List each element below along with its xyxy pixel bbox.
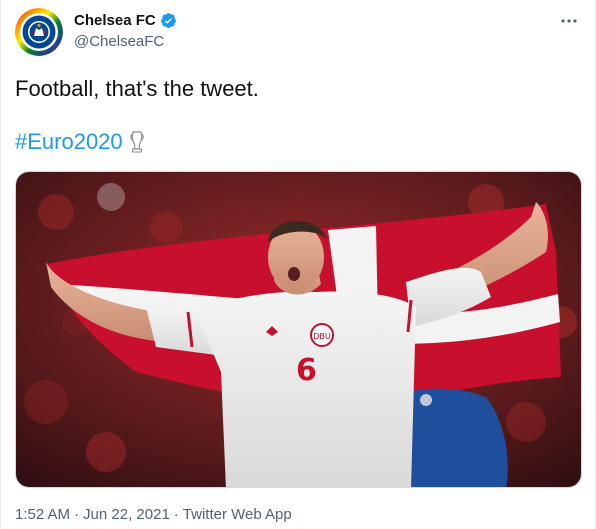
author-name-row[interactable]: Chelsea FC: [74, 12, 177, 29]
verified-badge-icon: [160, 12, 177, 29]
tweet-text: Football, that's the tweet.: [15, 76, 259, 101]
hashtag-line: #Euro2020: [15, 128, 145, 156]
meta-separator: ·: [173, 506, 179, 523]
trophy-emoji-icon: [129, 128, 145, 156]
tweet-source[interactable]: Twitter Web App: [183, 506, 292, 523]
tweet-meta: 1:52 AM · Jun 22, 2021 · Twitter Web App: [15, 506, 292, 523]
meta-separator: ·: [74, 506, 80, 523]
tweet-card: Chelsea FC @ChelseaFC Football, that's t…: [0, 0, 596, 529]
tweet-date[interactable]: Jun 22, 2021: [83, 506, 170, 523]
tweet-photo[interactable]: DBU 6: [15, 171, 582, 488]
author-display-name[interactable]: Chelsea FC: [74, 12, 156, 29]
tweet-time[interactable]: 1:52 AM: [15, 506, 70, 523]
author-handle[interactable]: @ChelseaFC: [74, 33, 164, 50]
author-avatar[interactable]: [15, 8, 63, 56]
jersey-number: 6: [296, 353, 317, 388]
more-dots-icon[interactable]: [558, 10, 580, 32]
hashtag-link[interactable]: #Euro2020: [15, 128, 123, 156]
